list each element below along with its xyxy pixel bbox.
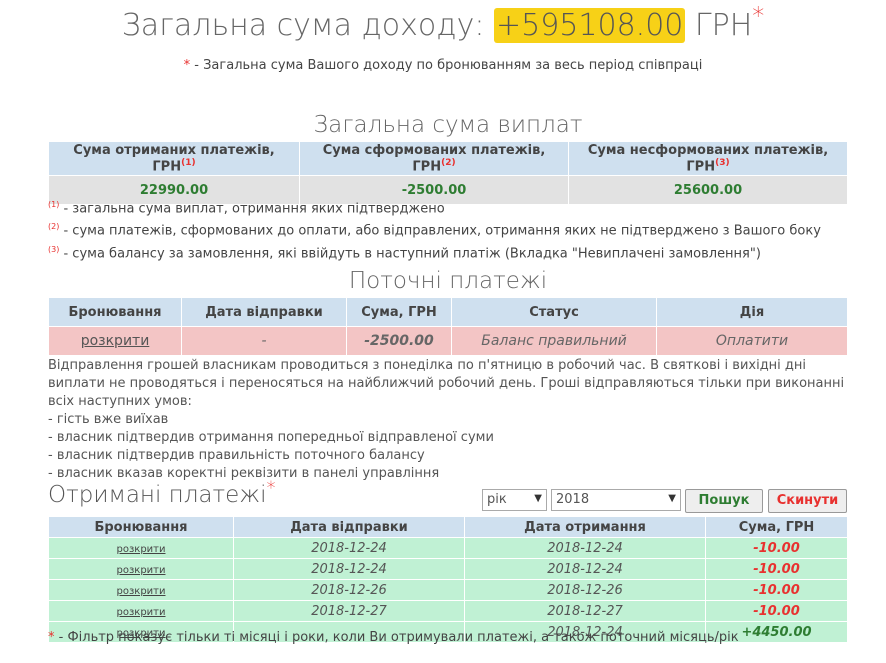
- sent-date: 2018-12-24: [233, 558, 465, 580]
- current-header-date: Дата відправки: [181, 297, 347, 327]
- search-button[interactable]: Пошук: [685, 489, 763, 513]
- current-header-status: Статус: [451, 297, 657, 327]
- table-row: розкрити 2018-12-24 2018-12-24 -10.00: [48, 537, 848, 559]
- received-date: 2018-12-27: [464, 600, 706, 622]
- reset-button[interactable]: Скинути: [768, 489, 847, 513]
- total-income-amount: +595108.00: [494, 8, 686, 43]
- received-header-amount: Сума, ГРН: [705, 516, 848, 538]
- table-row: розкрити 2018-12-27 2018-12-27 -10.00: [48, 600, 848, 622]
- asterisk-mark: *: [266, 477, 276, 499]
- pay-action[interactable]: Оплатити: [656, 326, 848, 356]
- sent-date: 2018-12-26: [233, 579, 465, 601]
- current-booking-cell: розкрити: [48, 326, 182, 356]
- payment-amount: -10.00: [705, 600, 848, 622]
- payouts-header-formed: Сума сформованих платежів, ГРН(2): [299, 140, 569, 177]
- table-row: розкрити 2018-12-24 2018-12-24 -10.00: [48, 558, 848, 580]
- condition-item: - власник підтвердив отримання попереднь…: [48, 430, 494, 445]
- year-select[interactable]: 2018 ▼: [551, 489, 681, 511]
- received-payments-table: Бронювання Дата відправки Дата отримання…: [48, 516, 848, 643]
- total-income-note-text: - Загальна сума Вашого доходу по бронюва…: [190, 58, 703, 73]
- condition-item: - власник підтвердив правильність поточн…: [48, 448, 425, 463]
- total-income-note: * - Загальна сума Вашого доходу по броню…: [0, 58, 886, 73]
- footnote-2: (2) - сума платежів, сформованих до опла…: [48, 222, 821, 239]
- current-payment-row: розкрити - -2500.00 Баланс правильний Оп…: [48, 326, 848, 356]
- payment-amount: -10.00: [705, 579, 848, 601]
- payment-amount: -10.00: [705, 537, 848, 559]
- current-header-amount: Сума, ГРН: [346, 297, 452, 327]
- payment-amount: -10.00: [705, 558, 848, 580]
- total-income-heading: Загальна сума доходу: +595108.00 ГРН*: [0, 4, 886, 43]
- expand-booking-link[interactable]: розкрити: [117, 565, 166, 576]
- payouts-footnotes: (1) - загальна сума виплат, отримання як…: [48, 196, 821, 263]
- sent-date: 2018-12-27: [233, 600, 465, 622]
- current-payments-table: Бронювання Дата відправки Сума, ГРН Стат…: [48, 297, 848, 356]
- current-amount: -2500.00: [346, 326, 452, 356]
- current-header-action: Дія: [656, 297, 848, 327]
- received-payments-title: Отримані платежі*: [48, 477, 276, 508]
- received-header-sent: Дата відправки: [233, 516, 465, 538]
- current-date: -: [181, 326, 347, 356]
- chevron-down-icon: ▼: [534, 493, 542, 504]
- filter-note-text: - Фільтр показує тільки ті місяці і роки…: [54, 630, 739, 645]
- payouts-title: Загальна сума виплат: [313, 112, 583, 138]
- current-payments-title: Поточні платежі: [348, 268, 548, 294]
- payouts-header-unformed: Сума несформованих платежів, ГРН(3): [568, 140, 848, 177]
- current-header-booking: Бронювання: [48, 297, 182, 327]
- filter-note: * - Фільтр показує тільки ті місяці і ро…: [48, 630, 739, 645]
- expand-booking-link[interactable]: розкрити: [117, 607, 166, 618]
- sent-date: 2018-12-24: [233, 537, 465, 559]
- expand-booking-link[interactable]: розкрити: [81, 333, 150, 349]
- period-select[interactable]: рік ▼: [482, 489, 547, 511]
- received-date: 2018-12-24: [464, 537, 706, 559]
- total-income-currency: ГРН: [694, 8, 753, 43]
- received-date: 2018-12-24: [464, 558, 706, 580]
- payout-conditions: Відправлення грошей власникам проводитьс…: [48, 357, 848, 483]
- payout-conditions-text: Відправлення грошей власникам проводитьс…: [48, 358, 845, 409]
- asterisk-mark: *: [752, 2, 765, 30]
- expand-booking-link[interactable]: розкрити: [117, 544, 166, 555]
- table-row: розкрити 2018-12-26 2018-12-26 -10.00: [48, 579, 848, 601]
- payouts-header-received: Сума отриманих платежів, ГРН(1): [48, 140, 300, 177]
- received-date: 2018-12-26: [464, 579, 706, 601]
- footnote-3: (3) - сума балансу за замовлення, які вв…: [48, 244, 761, 261]
- received-header-received: Дата отримання: [464, 516, 706, 538]
- total-income-label: Загальна сума доходу:: [121, 8, 485, 43]
- expand-booking-link[interactable]: розкрити: [117, 586, 166, 597]
- condition-item: - власник вказав коректні реквізити в па…: [48, 466, 440, 481]
- footnote-1: (1) - загальна сума виплат, отримання як…: [48, 200, 445, 217]
- condition-item: - гість вже виїхав: [48, 412, 169, 427]
- chevron-down-icon: ▼: [668, 493, 676, 504]
- received-header-booking: Бронювання: [48, 516, 234, 538]
- current-status: Баланс правильний: [451, 326, 657, 356]
